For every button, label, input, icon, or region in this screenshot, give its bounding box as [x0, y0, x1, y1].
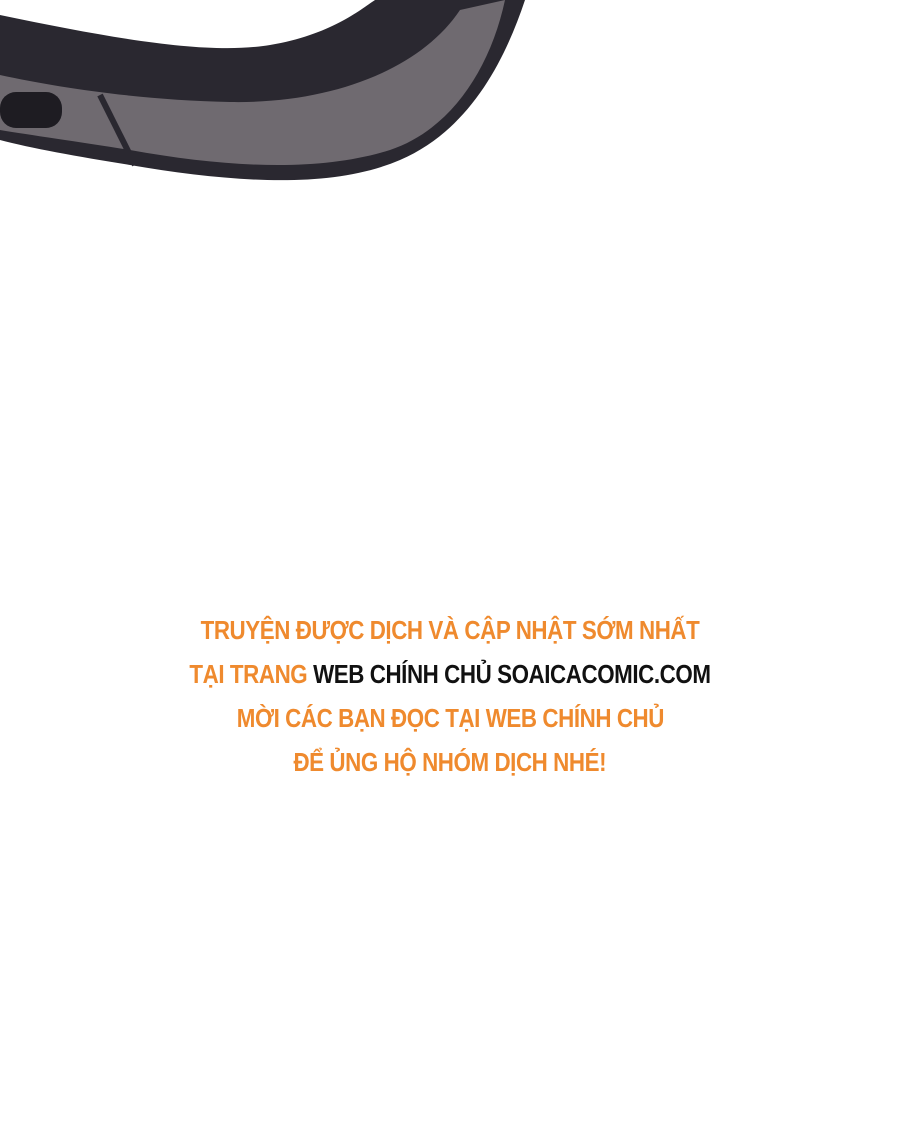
- notice-line-4: ĐỂ ỦNG HỘ NHÓM DỊCH NHÉ!: [293, 747, 607, 777]
- slot-shape: [0, 92, 62, 128]
- translation-group-notice: TRUYỆN ĐƯỢC DỊCH VÀ CẬP NHẬT SỚM NHẤT TẠ…: [0, 608, 900, 784]
- notice-line-2-orange: TẠI TRANG: [189, 659, 308, 689]
- notice-line-3: MỜI CÁC BẠN ĐỌC TẠI WEB CHÍNH CHỦ: [236, 703, 664, 733]
- dark-curved-object-illustration: [0, 0, 525, 181]
- notice-line-2-website: WEB CHÍNH CHỦ SOAICACOMIC.COM: [313, 659, 711, 689]
- notice-line-1: TRUYỆN ĐƯỢC DỊCH VÀ CẬP NHẬT SỚM NHẤT: [200, 615, 700, 645]
